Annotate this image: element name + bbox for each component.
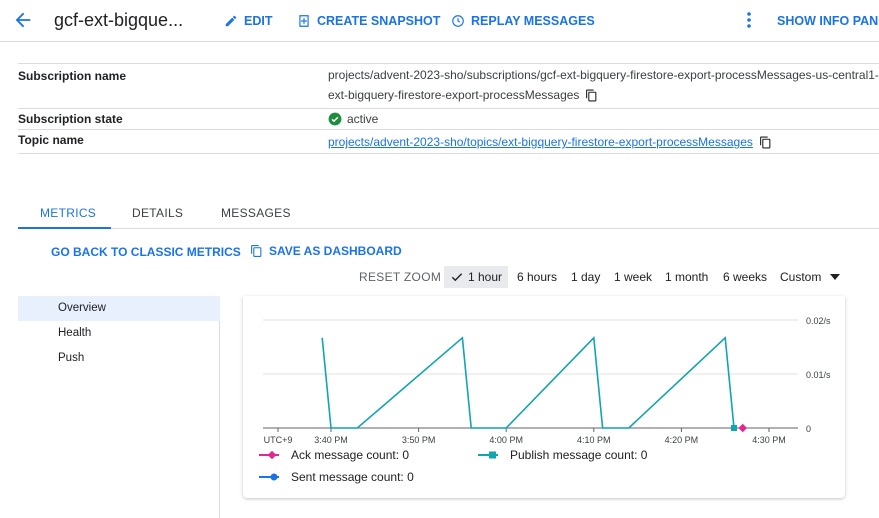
- back-arrow-icon[interactable]: [12, 9, 34, 31]
- subscription-state-text: active: [347, 112, 379, 126]
- series-marker: [738, 423, 747, 433]
- edit-label: EDIT: [244, 14, 273, 28]
- subscription-name-line2-row: ext-bigquery-firestore-export-processMes…: [328, 85, 879, 105]
- subscription-name-row: Subscription name projects/advent-2023-s…: [18, 63, 879, 108]
- legend-sent-label: Sent message count: 0: [291, 470, 414, 484]
- topic-name-row: Topic name projects/advent-2023-sho/topi…: [18, 129, 879, 154]
- range-6-hours[interactable]: 6 hours: [517, 266, 557, 288]
- x-tick-label: 4:20 PM: [665, 435, 699, 445]
- show-info-panel-button[interactable]: SHOW INFO PANEL: [777, 12, 879, 30]
- snapshot-icon: [299, 15, 309, 27]
- topic-name-value: projects/advent-2023-sho/topics/ext-bigq…: [328, 132, 772, 152]
- classic-metrics-label: GO BACK TO CLASSIC METRICS: [51, 245, 241, 259]
- x-tick-label: UTC+9: [264, 435, 293, 445]
- x-tick-label: 3:50 PM: [402, 435, 436, 445]
- tab-bar: METRICS DETAILS MESSAGES: [18, 199, 879, 229]
- publish-square-icon: [478, 451, 498, 459]
- page-title: gcf-ext-bigque...: [54, 10, 184, 30]
- ack-diamond-icon: [259, 450, 279, 460]
- create-snapshot-button[interactable]: CREATE SNAPSHOT: [297, 12, 440, 30]
- x-tick-label: 4:30 PM: [752, 435, 786, 445]
- series-marker: [730, 425, 737, 431]
- subscription-name-value: projects/advent-2023-sho/subscriptions/g…: [328, 65, 879, 105]
- range-1-hour-label: 1 hour: [468, 270, 503, 284]
- edit-button[interactable]: EDIT: [224, 12, 272, 30]
- subscription-state-value: active: [328, 109, 378, 129]
- message-rate-chart[interactable]: 0.02/s 0.01/s 0 UTC+9 3:40 PM 3:50 PM 4:00 PM 4…: [243, 296, 845, 446]
- x-tick-label: 4:10 PM: [577, 435, 611, 445]
- nav-item-push[interactable]: Push: [18, 346, 220, 371]
- check-icon: [451, 273, 463, 282]
- subscription-state-label: Subscription state: [18, 112, 123, 126]
- replay-messages-label: REPLAY MESSAGES: [471, 14, 595, 28]
- legend-publish-label: Publish message count: 0: [510, 448, 648, 462]
- classic-metrics-button[interactable]: GO BACK TO CLASSIC METRICS: [51, 245, 241, 259]
- metrics-chart-card: 0.02/s 0.01/s 0 UTC+9 3:40 PM 3:50 PM 4:00 PM 4…: [243, 296, 845, 498]
- save-dashboard-label: SAVE AS DASHBOARD: [269, 244, 402, 258]
- subscription-name-label: Subscription name: [18, 69, 127, 83]
- copy-icon[interactable]: [585, 89, 598, 102]
- range-1-day[interactable]: 1 day: [571, 266, 600, 288]
- tab-messages[interactable]: MESSAGES: [221, 206, 291, 220]
- y-tick-label: 0: [806, 424, 811, 434]
- range-1-hour[interactable]: 1 hour: [444, 266, 509, 288]
- active-tab-indicator: [18, 227, 111, 229]
- range-custom-dropdown[interactable]: Custom: [780, 266, 841, 288]
- tab-details[interactable]: DETAILS: [132, 206, 183, 220]
- legend-ack-label: Ack message count: 0: [291, 448, 410, 462]
- range-1-month[interactable]: 1 month: [665, 266, 708, 288]
- show-info-panel-label: SHOW INFO PANEL: [777, 14, 879, 28]
- y-tick-label: 0.02/s: [806, 316, 831, 326]
- pencil-icon: [225, 15, 237, 27]
- legend-sent[interactable]: Sent message count: 0: [259, 470, 414, 484]
- legend-publish[interactable]: Publish message count: 0: [478, 448, 647, 462]
- sent-circle-icon: [259, 473, 279, 481]
- series-line: [321, 336, 735, 429]
- check-circle-icon: [328, 112, 342, 126]
- range-custom-label: Custom: [780, 270, 822, 284]
- range-1-week[interactable]: 1 week: [614, 266, 652, 288]
- subscription-state-row: Subscription state active: [18, 108, 879, 129]
- metrics-side-nav: Overview Health Push: [18, 296, 220, 518]
- subscription-name-line1: projects/advent-2023-sho/subscriptions/g…: [328, 68, 879, 82]
- topic-name-label: Topic name: [18, 133, 84, 147]
- copy-icon[interactable]: [759, 136, 772, 149]
- legend-ack[interactable]: Ack message count: 0: [259, 448, 409, 462]
- reset-zoom-button[interactable]: RESET ZOOM: [359, 266, 441, 288]
- range-6-weeks[interactable]: 6 weeks: [723, 266, 767, 288]
- nav-item-health[interactable]: Health: [18, 321, 220, 346]
- x-tick-label: 4:00 PM: [489, 435, 523, 445]
- nav-item-overview[interactable]: Overview: [18, 296, 220, 321]
- top-bar: gcf-ext-bigque... EDIT CREATE SNAPSHOT R…: [0, 0, 879, 42]
- save-dashboard-button[interactable]: SAVE AS DASHBOARD: [250, 244, 402, 258]
- tab-metrics[interactable]: METRICS: [40, 206, 96, 220]
- clock-icon: [452, 15, 464, 27]
- x-tick-label: 3:40 PM: [314, 435, 348, 445]
- subscription-name-line2: ext-bigquery-firestore-export-processMes…: [328, 88, 580, 102]
- copy-dashboard-icon: [251, 245, 262, 257]
- create-snapshot-label: CREATE SNAPSHOT: [317, 14, 441, 28]
- topic-name-link[interactable]: projects/advent-2023-sho/topics/ext-bigq…: [328, 135, 753, 149]
- more-vert-icon[interactable]: [742, 11, 756, 29]
- y-tick-label: 0.01/s: [806, 370, 831, 380]
- replay-messages-button[interactable]: REPLAY MESSAGES: [451, 12, 595, 30]
- dropdown-arrow-icon: [830, 274, 841, 280]
